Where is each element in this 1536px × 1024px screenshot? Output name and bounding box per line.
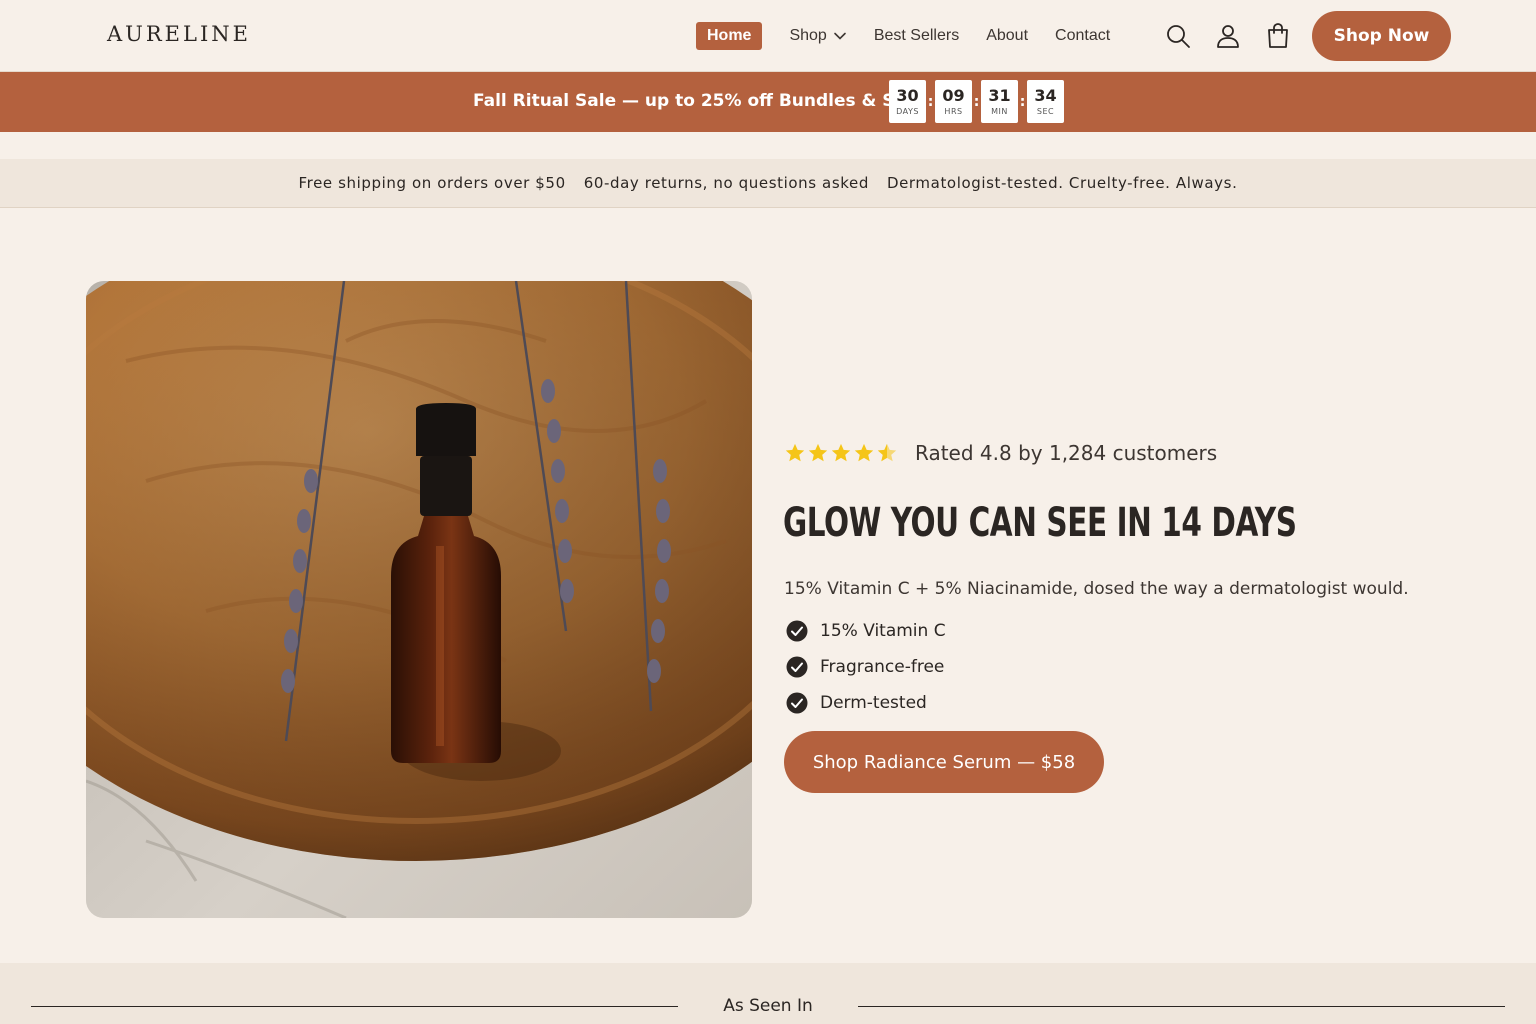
- promo-banner: Fall Ritual Sale — up to 25% off Bundles…: [0, 72, 1536, 132]
- as-seen-in-section: As Seen In: [0, 963, 1536, 1024]
- countdown-minutes: 31 MIN: [981, 80, 1018, 123]
- countdown-separator: :: [927, 93, 934, 110]
- product-rating: Rated 4.8 by 1,284 customers: [784, 438, 1217, 468]
- star-icon: [785, 443, 805, 462]
- check-circle-icon: [786, 620, 808, 642]
- countdown-value: 09: [942, 86, 965, 105]
- shop-now-button[interactable]: Shop Now: [1312, 11, 1451, 61]
- nav-item-shop[interactable]: Shop: [789, 22, 846, 50]
- feature-label: Fragrance-free: [820, 657, 945, 677]
- brand-logo[interactable]: AURELINE: [107, 22, 251, 46]
- check-circle-icon: [786, 656, 808, 678]
- nav-item-contact[interactable]: Contact: [1055, 22, 1110, 50]
- promo-text: Fall Ritual Sale — up to 25% off Bundles…: [473, 91, 925, 111]
- user-icon: [1217, 25, 1239, 48]
- countdown-separator: :: [973, 93, 980, 110]
- search-button[interactable]: [1164, 22, 1192, 50]
- serum-bottle-photo: [86, 281, 752, 918]
- trust-bar: Free shipping on orders over $50 60-day …: [0, 159, 1536, 208]
- countdown-unit: HRS: [944, 107, 963, 116]
- nav-item-about[interactable]: About: [986, 22, 1028, 50]
- divider: [858, 1006, 1505, 1007]
- header-icons: [1164, 22, 1314, 50]
- trust-item: Dermatologist-tested. Cruelty-free. Alwa…: [886, 174, 1238, 192]
- countdown-days: 30 DAYS: [889, 80, 926, 123]
- feature-label: 15% Vitamin C: [820, 621, 946, 641]
- countdown-value: 31: [988, 86, 1011, 105]
- trust-item: Free shipping on orders over $50: [298, 174, 566, 192]
- nav-item-label: Best Sellers: [873, 27, 960, 44]
- nav-item-label: Shop: [789, 27, 827, 44]
- hero-product-image: [86, 281, 752, 918]
- countdown-separator: :: [1019, 93, 1026, 110]
- star-icon: [854, 443, 874, 462]
- feature-list: 15% Vitamin C Fragrance-free Derm-tested: [786, 620, 946, 728]
- feature-item: 15% Vitamin C: [786, 620, 946, 642]
- countdown-timer: 30 DAYS : 09 HRS : 31 MIN : 34 SEC: [889, 80, 1064, 123]
- nav-item-label: Contact: [1055, 27, 1111, 44]
- rating-text: Rated 4.8 by 1,284 customers: [915, 441, 1218, 465]
- account-button[interactable]: [1214, 22, 1242, 50]
- star-half-icon: [877, 443, 897, 462]
- site-header: AURELINE Home Shop Best Sellers About Co…: [0, 0, 1536, 72]
- feature-label: Derm-tested: [820, 693, 927, 713]
- countdown-unit: DAYS: [896, 107, 919, 116]
- nav-item-label: Home: [707, 27, 752, 44]
- feature-item: Fragrance-free: [786, 656, 946, 678]
- feature-item: Derm-tested: [786, 692, 946, 714]
- star-icon: [831, 443, 851, 462]
- countdown-unit: MIN: [991, 107, 1008, 116]
- main-nav: Home Shop Best Sellers About Contact: [696, 22, 1137, 50]
- trust-item: 60-day returns, no questions asked: [583, 174, 869, 192]
- nav-item-best-sellers[interactable]: Best Sellers: [874, 22, 959, 50]
- countdown-unit: SEC: [1036, 107, 1055, 116]
- nav-item-home[interactable]: Home: [696, 22, 763, 50]
- star-icon: [808, 443, 828, 462]
- check-circle-icon: [786, 692, 808, 714]
- rating-stars: [784, 442, 899, 464]
- nav-item-label: About: [986, 27, 1029, 44]
- countdown-seconds: 34 SEC: [1027, 80, 1064, 123]
- countdown-hours: 09 HRS: [935, 80, 972, 123]
- cart-button[interactable]: [1264, 22, 1292, 50]
- hero-subhead: 15% Vitamin C + 5% Niacinamide, dosed th…: [784, 579, 1409, 599]
- shopping-bag-icon: [1268, 23, 1288, 48]
- chevron-down-icon: [834, 32, 846, 40]
- countdown-value: 34: [1034, 86, 1057, 105]
- hero-headline: GLOW YOU CAN SEE IN 14 DAYS: [783, 500, 1297, 546]
- countdown-value: 30: [896, 86, 919, 105]
- shop-serum-button[interactable]: Shop Radiance Serum — $58: [784, 731, 1104, 793]
- search-icon: [1167, 25, 1190, 48]
